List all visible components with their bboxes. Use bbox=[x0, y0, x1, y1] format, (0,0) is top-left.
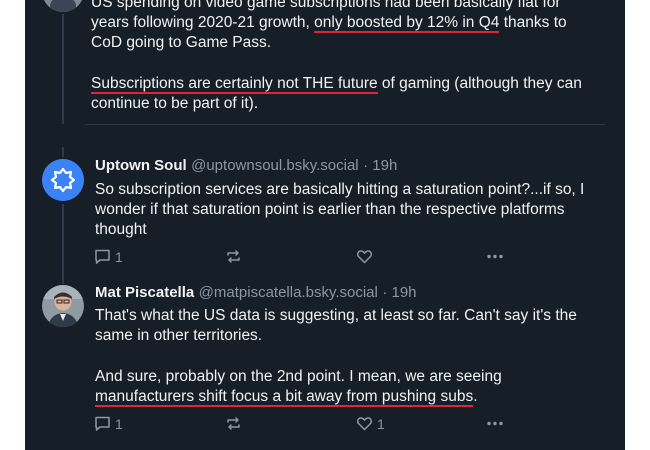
repost-icon bbox=[227, 417, 240, 430]
post3-line2: same in other territories. bbox=[95, 327, 263, 344]
like-icon bbox=[356, 417, 373, 431]
more-button[interactable] bbox=[486, 248, 504, 265]
repost-icon bbox=[227, 250, 240, 263]
post3-line4: manufacturers shift focus a bit away fro… bbox=[95, 388, 478, 407]
reply-button[interactable]: 1 bbox=[94, 248, 123, 265]
highlight-future: Subscriptions are certainly not THE futu… bbox=[91, 75, 378, 94]
avatar-mat-piscatella[interactable] bbox=[42, 285, 84, 327]
author-handle[interactable]: @uptownsoul.bsky.social bbox=[191, 157, 359, 174]
repost-button[interactable] bbox=[225, 415, 242, 432]
post2-line2: wonder if that saturation point is earli… bbox=[95, 201, 565, 218]
more-icon bbox=[487, 254, 503, 259]
post1-line1: US spending on video game subscriptions … bbox=[91, 0, 561, 11]
avatar-uptown-soul[interactable] bbox=[42, 159, 84, 201]
post1-line4: Subscriptions are certainly not THE futu… bbox=[91, 75, 582, 94]
reply-count: 1 bbox=[115, 415, 123, 432]
like-button[interactable] bbox=[356, 248, 377, 265]
repost-button[interactable] bbox=[225, 248, 242, 265]
author-name[interactable]: Uptown Soul bbox=[95, 157, 187, 174]
like-button[interactable]: 1 bbox=[356, 415, 385, 432]
reply-button[interactable]: 1 bbox=[94, 415, 123, 432]
like-count: 1 bbox=[377, 415, 385, 432]
post2-line3: thought bbox=[95, 221, 147, 238]
post3-line1: That's what the US data is suggesting, a… bbox=[95, 307, 577, 324]
thread-line bbox=[62, 14, 64, 124]
thread-line-top bbox=[62, 147, 64, 157]
avatar-mat-top[interactable] bbox=[42, 0, 84, 12]
post1-line2: years following 2020-21 growth, only boo… bbox=[91, 14, 567, 33]
post1-line5: continue to be part of it). bbox=[91, 95, 259, 112]
reply-icon bbox=[95, 249, 110, 264]
divider bbox=[85, 124, 605, 125]
more-icon bbox=[487, 421, 503, 426]
post2-header: Uptown Soul @uptownsoul.bsky.social · 19… bbox=[95, 157, 397, 175]
highlight-q4: only boosted by 12% in Q4 bbox=[314, 14, 500, 33]
like-icon bbox=[356, 250, 373, 264]
shield-badge-icon bbox=[42, 159, 84, 201]
post-time: · 19h bbox=[363, 157, 398, 174]
thread-line bbox=[62, 204, 64, 284]
post-time: · 19h bbox=[382, 284, 417, 301]
author-handle[interactable]: @matpiscatella.bsky.social bbox=[199, 284, 378, 301]
reply-icon bbox=[95, 416, 110, 431]
more-button[interactable] bbox=[486, 415, 504, 432]
thread-panel: US spending on video game subscriptions … bbox=[25, 0, 625, 450]
post2-line1: So subscription services are basically h… bbox=[95, 181, 585, 198]
author-name[interactable]: Mat Piscatella bbox=[95, 284, 194, 301]
post3-line3: And sure, probably on the 2nd point. I m… bbox=[95, 368, 502, 385]
highlight-subs: manufacturers shift focus a bit away fro… bbox=[95, 388, 474, 407]
reply-count: 1 bbox=[115, 248, 123, 265]
post3-header: Mat Piscatella @matpiscatella.bsky.socia… bbox=[95, 284, 417, 302]
post1-line3: CoD going to Game Pass. bbox=[91, 34, 272, 51]
